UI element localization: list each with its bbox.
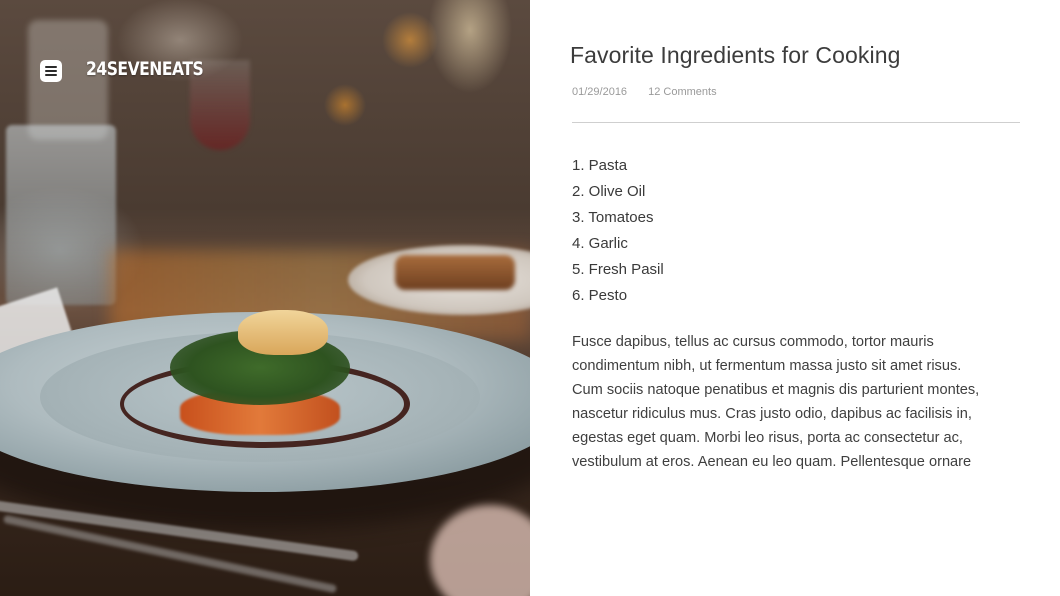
ingredient-list: 1. Pasta 2. Olive Oil 3. Tomatoes 4. Gar… bbox=[572, 153, 664, 309]
list-item: 4. Garlic bbox=[572, 235, 628, 252]
hero-food-photo bbox=[0, 0, 530, 596]
site-logo[interactable]: 24SEVENEATS bbox=[86, 58, 204, 80]
menu-line bbox=[45, 66, 57, 68]
list-item: 6. Pesto bbox=[572, 287, 628, 304]
hamburger-menu-icon[interactable] bbox=[40, 60, 62, 82]
body-line: Fusce dapibus, tellus ac cursus commodo,… bbox=[572, 334, 934, 350]
hero-water-glass bbox=[6, 125, 116, 305]
menu-line bbox=[45, 70, 57, 72]
list-item: 2. Olive Oil bbox=[572, 183, 646, 200]
article-body: Fusce dapibus, tellus ac cursus commodo,… bbox=[572, 330, 1022, 474]
article-date: 01/29/2016 bbox=[572, 86, 628, 98]
list-item: 1. Pasta bbox=[572, 157, 628, 174]
body-line: nascetur ridiculus mus. Cras justo odio,… bbox=[572, 406, 972, 422]
body-line: vestibulum at eros. Aenean eu leo quam. … bbox=[572, 454, 972, 470]
hero-hand-blur bbox=[430, 505, 530, 596]
list-item: 5. Fresh Pasil bbox=[572, 261, 664, 278]
article-meta: 01/29/2016 12 Comments bbox=[572, 86, 717, 98]
body-line: egestas eget quam. Morbi leo risus, port… bbox=[572, 430, 963, 446]
menu-line bbox=[45, 74, 57, 76]
body-line: condimentum nibh, ut fermentum massa jus… bbox=[572, 358, 962, 374]
hero-background-food bbox=[395, 255, 515, 290]
article-title: Favorite Ingredients for Cooking bbox=[570, 42, 901, 68]
divider bbox=[572, 122, 1020, 123]
comments-link[interactable]: 12 Comments bbox=[648, 86, 716, 98]
list-item: 3. Tomatoes bbox=[572, 209, 654, 226]
body-line: Cum sociis natoque penatibus et magnis d… bbox=[572, 382, 980, 398]
hero-scallop bbox=[238, 310, 328, 355]
